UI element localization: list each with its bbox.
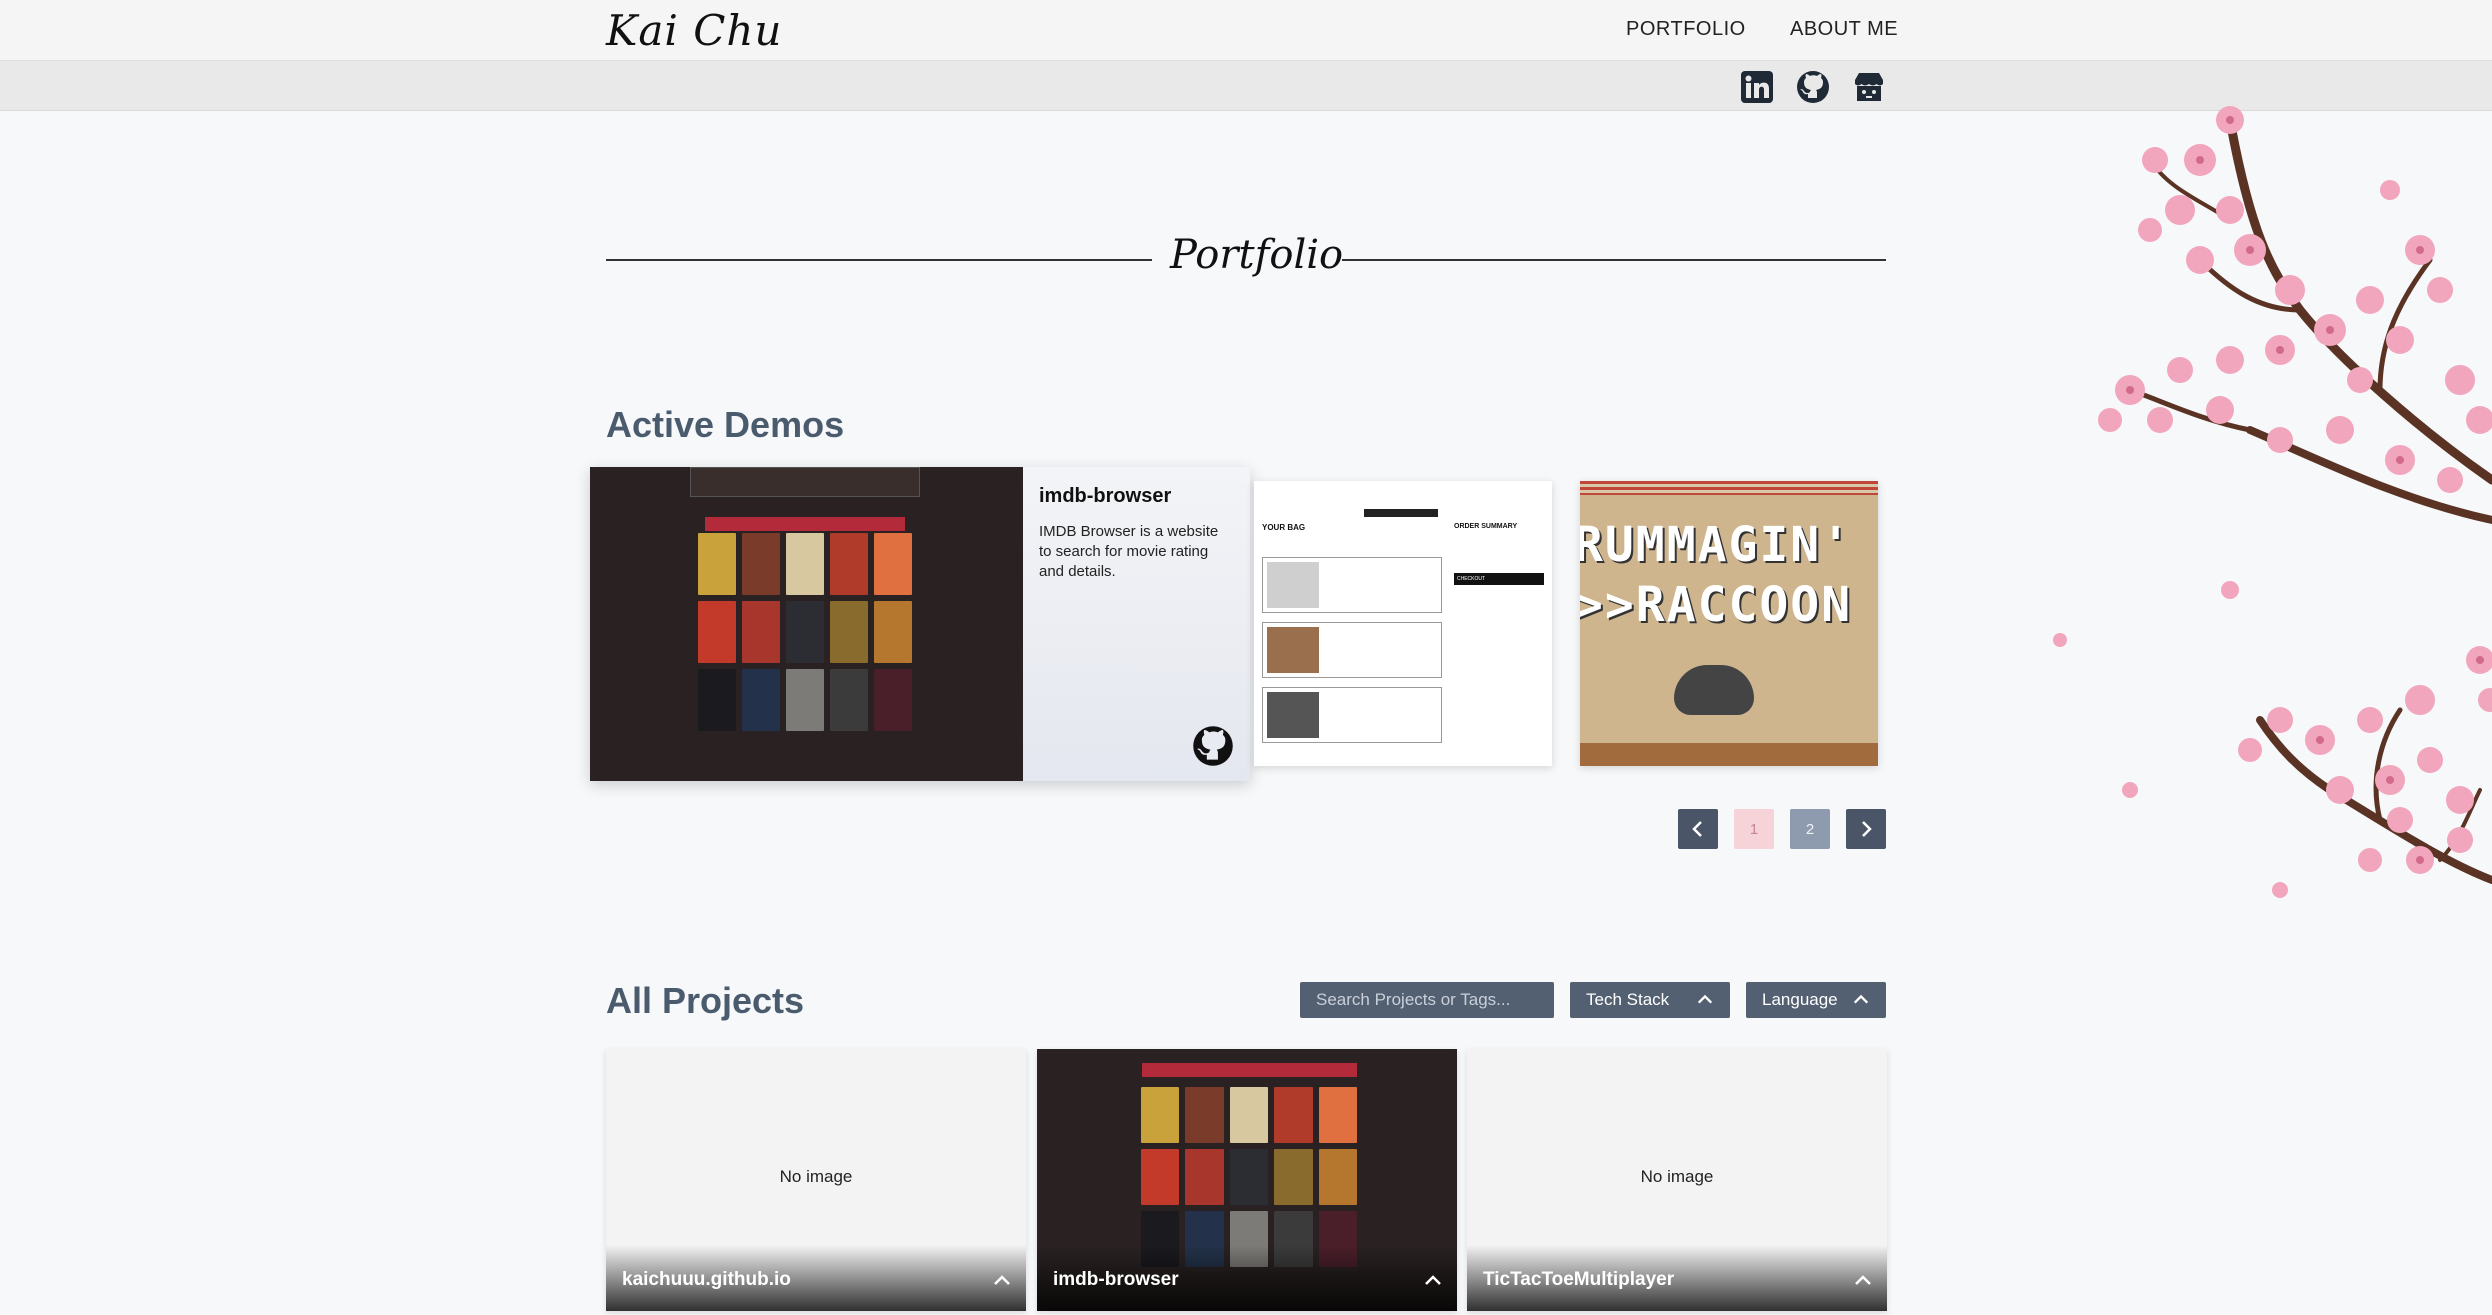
project-name[interactable]: kaichuuu.github.io [622,1269,791,1291]
chevron-up-icon [1697,994,1713,1004]
game-title-line1: RUMMAGIN' [1580,517,1853,573]
language-dropdown[interactable]: Language [1746,982,1886,1018]
title-divider-left [606,259,1152,261]
project-card[interactable]: imdb-browser [1037,1049,1457,1311]
nav-about-me[interactable]: ABOUT ME [1790,18,1898,41]
active-demos-heading: Active Demos [606,404,845,445]
top-navbar: Kai Chu PORTFOLIO ABOUT ME [0,0,2492,61]
chevron-up-icon[interactable] [992,1271,1012,1291]
project-name[interactable]: imdb-browser [1053,1269,1179,1291]
nav-portfolio[interactable]: PORTFOLIO [1626,18,1746,41]
language-label: Language [1762,990,1838,1009]
shop-checkout-button: CHECKOUT [1454,573,1544,585]
title-divider-right [1342,259,1886,261]
page-2-button[interactable]: 2 [1790,809,1830,849]
demo-description: IMDB Browser is a website to search for … [1039,523,1219,580]
demo-card-shop[interactable]: YOUR BAG ORDER SUMMARY CHECKOUT [1254,481,1552,766]
store-icon[interactable] [1852,70,1886,104]
project-name[interactable]: TicTacToeMultiplayer [1483,1269,1674,1291]
github-icon[interactable] [1192,725,1234,767]
all-projects-heading: All Projects [606,980,805,1021]
no-image-label: No image [1640,1167,1714,1186]
cherry-blossom-decoration [2053,106,2492,898]
featured-demo-info: imdb-browser IMDB Browser is a website t… [1023,467,1250,781]
featured-demo-card[interactable]: imdb-browser IMDB Browser is a website t… [590,467,1250,781]
linkedin-icon[interactable] [1740,70,1774,104]
game-title-line2: >>RACCOON [1580,577,1853,633]
shop-bag-title: YOUR BAG [1262,523,1306,532]
chevron-up-icon [1853,994,1869,1004]
github-icon[interactable] [1796,70,1830,104]
chevron-up-icon[interactable] [1853,1271,1873,1291]
tech-stack-label: Tech Stack [1586,990,1670,1009]
project-card[interactable]: No image TicTacToeMultiplayer [1467,1049,1887,1311]
demo-card-game[interactable]: RUMMAGIN' >>RACCOON [1580,481,1878,766]
prev-page-button[interactable] [1678,809,1718,849]
section-title: Portfolio [1170,232,1344,278]
search-input[interactable]: Search Projects or Tags... [1300,982,1554,1018]
project-card[interactable]: No image kaichuuu.github.io [606,1049,1026,1311]
page-1-button[interactable]: 1 [1734,809,1774,849]
featured-demo-image[interactable] [590,467,1023,781]
raccoon-sprite [1674,665,1754,715]
chevron-up-icon[interactable] [1423,1271,1443,1291]
shop-summary-title: ORDER SUMMARY [1454,523,1518,530]
next-page-button[interactable] [1846,809,1886,849]
demo-title[interactable]: imdb-browser [1039,485,1234,508]
site-logo[interactable]: Kai Chu [606,6,782,55]
tech-stack-dropdown[interactable]: Tech Stack [1570,982,1730,1018]
no-image-label: No image [779,1167,853,1186]
